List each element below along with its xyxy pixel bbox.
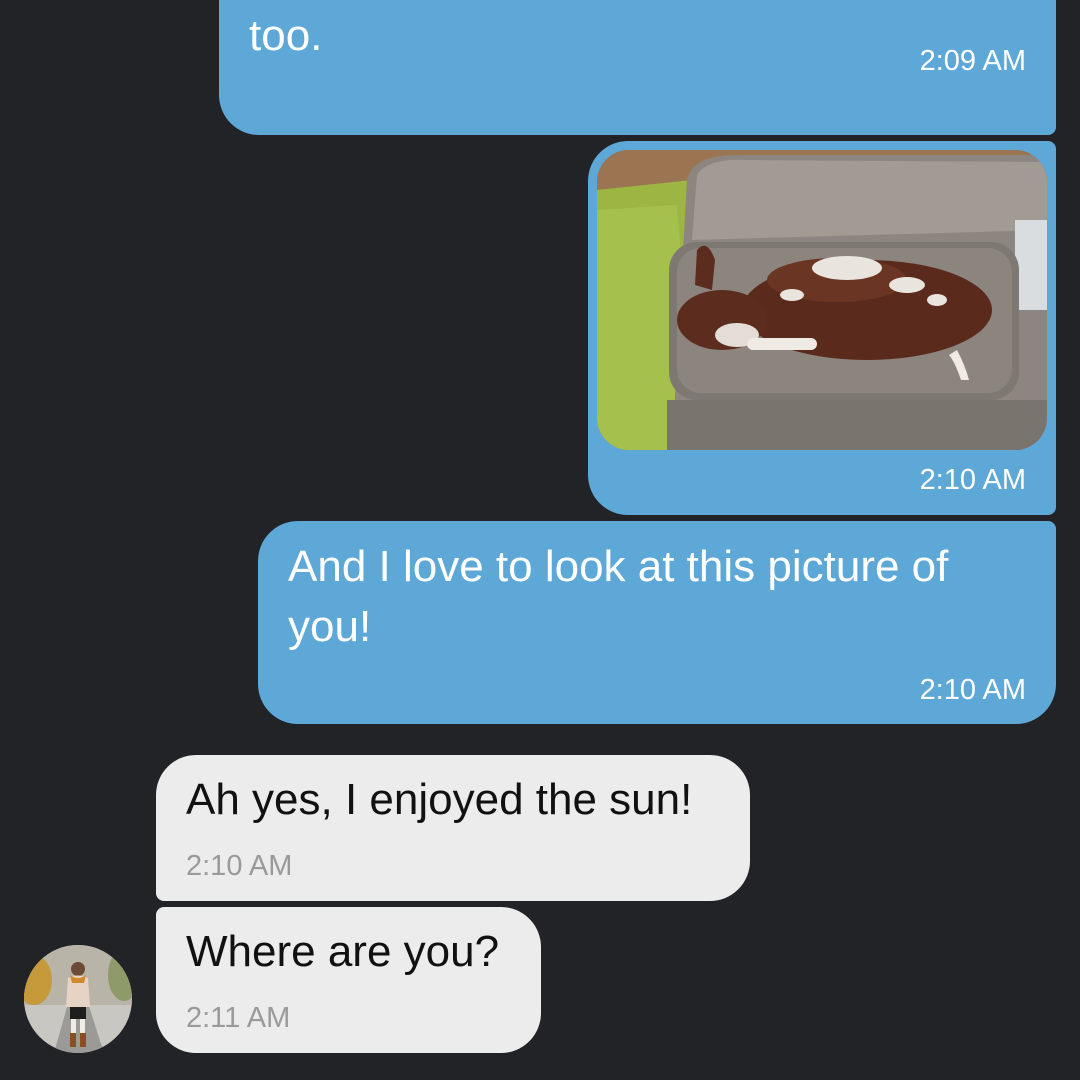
sent-image-message-bubble[interactable]: 2:10 AM bbox=[588, 141, 1056, 515]
message-timestamp: 2:09 AM bbox=[919, 45, 1026, 77]
message-timestamp: 2:10 AM bbox=[186, 850, 293, 882]
dog-photo-attachment[interactable] bbox=[597, 150, 1047, 450]
sent-message-bubble[interactable]: And I love to look at this picture of yo… bbox=[258, 521, 1056, 724]
message-text: Ah yes, I enjoyed the sun! bbox=[186, 775, 693, 824]
message-text: Where are you? bbox=[186, 927, 500, 976]
dog-on-couch-image bbox=[597, 150, 1047, 450]
avatar-image bbox=[24, 945, 132, 1053]
chat-screen: too. 2:09 AM 2:10 AM And I love to look … bbox=[0, 0, 1080, 1080]
message-timestamp: 2:11 AM bbox=[186, 1002, 291, 1034]
received-message-bubble[interactable]: Where are you? 2:11 AM bbox=[156, 907, 541, 1053]
received-message-bubble[interactable]: Ah yes, I enjoyed the sun! 2:10 AM bbox=[156, 755, 750, 901]
message-text: And I love to look at this picture of yo… bbox=[288, 542, 949, 651]
message-text: too. bbox=[249, 11, 323, 60]
contact-avatar[interactable] bbox=[24, 945, 132, 1053]
sent-message-bubble[interactable]: too. 2:09 AM bbox=[219, 0, 1056, 135]
message-timestamp: 2:10 AM bbox=[919, 674, 1026, 706]
message-timestamp: 2:10 AM bbox=[919, 464, 1026, 496]
